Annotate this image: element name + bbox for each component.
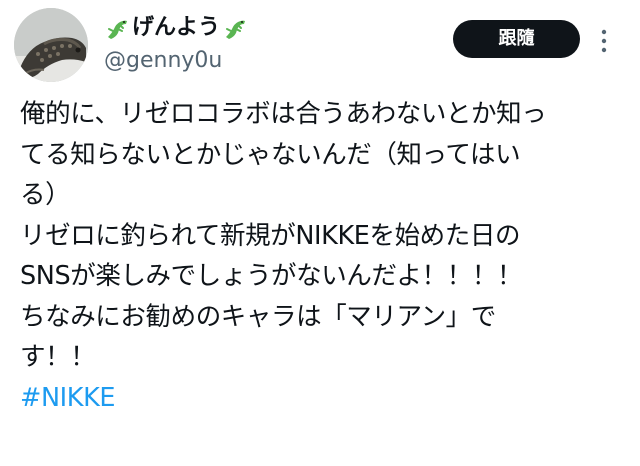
author-info: げんよう @genny0u (104, 14, 248, 74)
hashtag-link[interactable]: #NIKKE (20, 383, 116, 413)
tweet-text-line: ちなみにお勧めのキャラは「マリアン」で (20, 301, 496, 332)
user-handle[interactable]: @genny0u (104, 48, 248, 74)
display-name-text: げんよう (132, 15, 221, 40)
tweet-text-line: SNSが楽しみでしょうがないんだよ！！！！ (20, 261, 523, 291)
display-name[interactable]: げんよう (104, 14, 248, 42)
tweet-text: 俺的に、リゼロコラボは合うあわないとか知っ てる知らないとかじゃないんだ（知って… (20, 94, 632, 418)
tweet-text-line: す！！ (20, 342, 96, 372)
tweet-card: げんよう @genny0u 跟隨 俺的に、リゼロコラボは合うあわないとか知っ て… (0, 0, 640, 466)
tweet-text-line: リゼロに釣られて新規がNIKKEを始めた日の (20, 220, 521, 251)
tweet-text-line: 俺的に、リゼロコラボは合うあわないとか知っ (20, 99, 547, 129)
avatar[interactable] (14, 8, 88, 82)
lizard-photo-icon (14, 8, 88, 82)
lizard-icon (222, 15, 248, 41)
follow-button[interactable]: 跟隨 (453, 20, 580, 58)
tweet-text-line: てる知らないとかじゃないんだ（知ってはい (20, 139, 521, 170)
more-options-icon[interactable] (598, 26, 610, 56)
tweet-text-line: る） (20, 180, 71, 210)
lizard-icon (104, 15, 130, 41)
